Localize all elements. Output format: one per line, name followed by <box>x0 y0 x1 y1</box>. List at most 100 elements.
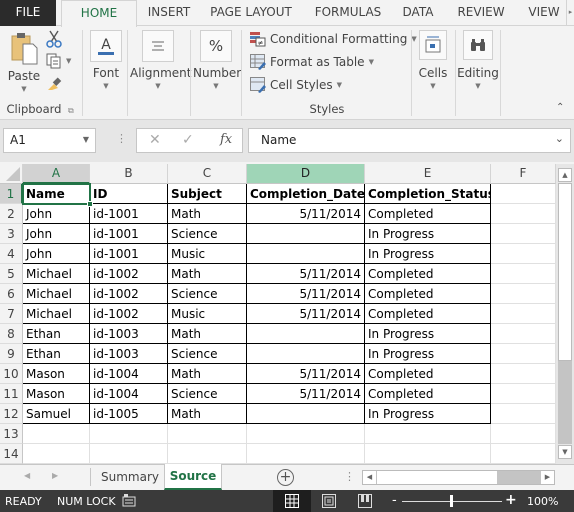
table-cell[interactable]: Science <box>168 284 247 304</box>
scrollbar-thumb[interactable] <box>558 183 572 361</box>
row-header-7[interactable]: 7 <box>0 304 23 324</box>
macro-record-icon[interactable] <box>122 493 136 510</box>
format-as-table-button[interactable]: Format as Table ▼ <box>250 54 374 70</box>
empty-cell[interactable] <box>491 204 556 224</box>
empty-cell[interactable] <box>491 344 556 364</box>
empty-cell[interactable] <box>90 444 168 464</box>
tab-review[interactable]: REVIEW <box>450 0 512 26</box>
table-header-cell[interactable]: ID <box>90 184 168 204</box>
row-header-4[interactable]: 4 <box>0 244 23 264</box>
table-cell[interactable]: Math <box>168 264 247 284</box>
table-cell[interactable]: id-1001 <box>90 204 168 224</box>
table-cell[interactable]: Science <box>168 344 247 364</box>
table-cell[interactable]: Ethan <box>23 344 90 364</box>
table-cell[interactable]: Math <box>168 324 247 344</box>
table-cell[interactable]: In Progress <box>365 344 491 364</box>
empty-cell[interactable] <box>491 384 556 404</box>
table-cell[interactable]: Completed <box>365 384 491 404</box>
table-cell[interactable]: Science <box>168 384 247 404</box>
empty-cell[interactable] <box>247 444 365 464</box>
table-cell[interactable] <box>247 324 365 344</box>
table-cell[interactable]: id-1002 <box>90 284 168 304</box>
row-header-14[interactable]: 14 <box>0 444 23 464</box>
empty-cell[interactable] <box>168 424 247 444</box>
font-button[interactable]: A Font ▼ <box>88 30 124 90</box>
insert-function-icon[interactable]: fx <box>220 132 232 147</box>
table-cell[interactable]: Music <box>168 244 247 264</box>
table-cell[interactable] <box>247 404 365 424</box>
zoom-out-button[interactable]: - <box>392 493 397 508</box>
expand-formula-bar-icon[interactable]: ⌄ <box>555 132 564 145</box>
empty-cell[interactable] <box>90 424 168 444</box>
empty-cell[interactable] <box>491 304 556 324</box>
table-cell[interactable]: Michael <box>23 284 90 304</box>
scrollbar-track[interactable] <box>558 361 572 444</box>
table-cell[interactable]: 5/11/2014 <box>247 304 365 324</box>
table-cell[interactable]: Michael <box>23 304 90 324</box>
table-cell[interactable]: id-1005 <box>90 404 168 424</box>
tab-data[interactable]: DATA <box>393 0 443 26</box>
row-header-12[interactable]: 12 <box>0 404 23 424</box>
column-header-d[interactable]: D <box>247 164 365 184</box>
table-cell[interactable]: Music <box>168 304 247 324</box>
tab-home[interactable]: HOME <box>61 0 137 27</box>
scroll-right-icon[interactable]: ▶ <box>541 471 554 484</box>
empty-cell[interactable] <box>491 324 556 344</box>
page-layout-view-icon[interactable] <box>322 494 336 511</box>
table-cell[interactable]: Mason <box>23 364 90 384</box>
empty-cell[interactable] <box>491 424 556 444</box>
empty-cell[interactable] <box>491 444 556 464</box>
horizontal-scrollbar[interactable]: ◀ ▶ <box>362 470 555 485</box>
table-header-cell[interactable]: Completion_Status <box>365 184 491 204</box>
row-header-8[interactable]: 8 <box>0 324 23 344</box>
tab-view[interactable]: VIEW <box>521 0 567 26</box>
column-header-a[interactable]: A <box>23 164 90 184</box>
scroll-down-icon[interactable]: ▼ <box>558 445 572 459</box>
number-button[interactable]: % Number ▼ <box>193 30 241 90</box>
more-options-icon[interactable]: ⋮ <box>116 132 127 145</box>
dialog-launcher-icon[interactable]: ⧉ <box>68 106 74 116</box>
table-cell[interactable]: Completed <box>365 284 491 304</box>
empty-cell[interactable] <box>491 244 556 264</box>
name-box[interactable]: A1 ▼ <box>3 128 96 153</box>
table-cell[interactable] <box>247 224 365 244</box>
row-header-9[interactable]: 9 <box>0 344 23 364</box>
scroll-up-icon[interactable]: ▲ <box>558 168 572 182</box>
table-cell[interactable]: id-1003 <box>90 344 168 364</box>
copy-button[interactable]: ▼ <box>46 53 71 69</box>
column-header-e[interactable]: E <box>365 164 491 184</box>
empty-cell[interactable] <box>23 424 90 444</box>
table-cell[interactable]: Completed <box>365 264 491 284</box>
alignment-button[interactable]: Alignment ▼ <box>130 30 191 90</box>
scroll-left-icon[interactable]: ◀ <box>363 471 376 484</box>
cancel-icon[interactable]: ✕ <box>149 132 161 148</box>
zoom-slider-handle[interactable] <box>450 495 453 507</box>
row-header-13[interactable]: 13 <box>0 424 23 444</box>
table-cell[interactable]: John <box>23 204 90 224</box>
empty-cell[interactable] <box>491 364 556 384</box>
table-cell[interactable]: 5/11/2014 <box>247 384 365 404</box>
table-header-cell[interactable]: Subject <box>168 184 247 204</box>
table-cell[interactable]: In Progress <box>365 244 491 264</box>
more-options-icon[interactable]: ⋮ <box>344 470 355 483</box>
formula-input[interactable]: Name ⌄ <box>248 128 571 153</box>
table-cell[interactable]: In Progress <box>365 224 491 244</box>
row-header-3[interactable]: 3 <box>0 224 23 244</box>
table-cell[interactable]: Michael <box>23 264 90 284</box>
table-cell[interactable]: id-1004 <box>90 364 168 384</box>
sheet-tab-summary[interactable]: Summary <box>96 465 164 490</box>
scroll-tabs-right-icon[interactable]: ▸ <box>566 0 574 26</box>
table-cell[interactable]: Math <box>168 404 247 424</box>
add-sheet-icon[interactable]: + <box>277 469 294 486</box>
sheet-tab-source[interactable]: Source <box>164 464 222 490</box>
table-cell[interactable]: John <box>23 224 90 244</box>
table-cell[interactable]: id-1001 <box>90 224 168 244</box>
table-header-cell[interactable]: Name <box>23 184 90 204</box>
worksheet-grid[interactable]: A B C D E F 1 2 3 4 5 6 7 8 9 10 11 12 13 14 Name ID Subject Co… <box>0 164 556 464</box>
empty-cell[interactable] <box>491 404 556 424</box>
select-all-corner[interactable] <box>0 164 23 184</box>
empty-cell[interactable] <box>491 184 556 204</box>
tab-formulas[interactable]: FORMULAS <box>303 0 393 26</box>
page-break-view-icon[interactable] <box>358 494 372 511</box>
column-header-b[interactable]: B <box>90 164 168 184</box>
